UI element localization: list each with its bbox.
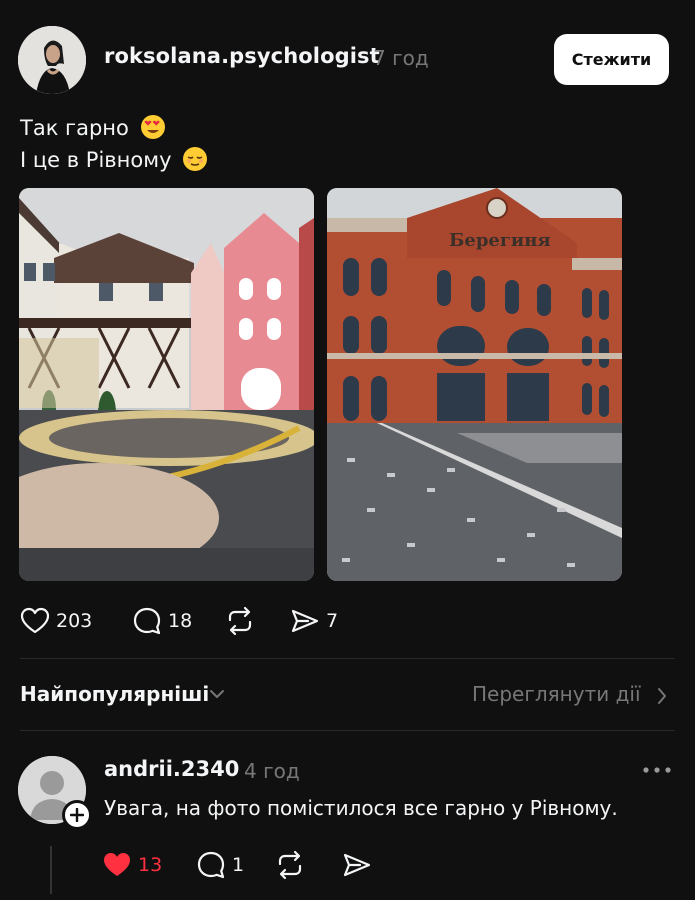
- post-timestamp: 7 год: [373, 46, 429, 70]
- divider: [20, 730, 675, 731]
- comment-reply-button[interactable]: 1: [196, 848, 244, 882]
- post-photo-1[interactable]: [19, 188, 314, 581]
- caption-line-1: Так гарно: [20, 112, 208, 144]
- post-username[interactable]: roksolana.psychologist: [104, 44, 380, 68]
- like-button[interactable]: 203: [20, 604, 92, 638]
- view-activity-link[interactable]: Переглянути дії: [472, 682, 641, 706]
- post-actions: 203 18 7: [20, 604, 420, 638]
- caption-line-2: І це в Рівному: [20, 144, 208, 176]
- chevron-right-icon[interactable]: [655, 686, 669, 706]
- reply-button[interactable]: 18: [132, 604, 192, 638]
- comment-icon: [133, 607, 161, 635]
- like-count: 203: [56, 610, 93, 632]
- follow-button[interactable]: Стежити: [554, 34, 669, 85]
- avatar[interactable]: [18, 26, 86, 94]
- repost-button[interactable]: [224, 604, 256, 638]
- more-options-icon[interactable]: [642, 766, 672, 774]
- comment-username[interactable]: andrii.2340: [104, 757, 239, 781]
- chevron-down-icon[interactable]: [208, 687, 226, 701]
- relieved-emoji: [183, 147, 208, 171]
- comment-timestamp: 4 год: [244, 759, 300, 783]
- comment-actions: 13 1: [102, 848, 402, 882]
- heart-eyes-emoji: [140, 115, 165, 139]
- caption-text-1: Так гарно: [20, 116, 129, 140]
- thread-line: [50, 846, 52, 894]
- building-sign: Берегиня: [449, 230, 551, 251]
- heart-filled-icon: [104, 853, 130, 876]
- divider: [20, 658, 675, 659]
- heart-icon: [20, 607, 50, 634]
- comment-icon: [197, 851, 225, 879]
- post-photo-2[interactable]: Берегиня: [327, 188, 622, 581]
- comment-like-button[interactable]: 13: [102, 848, 162, 882]
- caption-text-2: І це в Рівному: [20, 148, 172, 172]
- comment-reply-count: 1: [232, 854, 245, 876]
- post-caption: Так гарно І це в Рівному: [20, 112, 208, 176]
- comment-repost-button[interactable]: [274, 848, 306, 882]
- reply-count: 18: [168, 610, 193, 632]
- sort-dropdown[interactable]: Найпопулярніші: [20, 682, 209, 706]
- repost-icon: [228, 606, 252, 636]
- follow-plus-button[interactable]: [62, 800, 92, 830]
- share-button[interactable]: 7: [290, 604, 338, 638]
- send-icon: [291, 609, 319, 633]
- post-header: roksolana.psychologist 7 год Стежити: [0, 0, 695, 120]
- comment-like-count: 13: [138, 854, 163, 876]
- photo-brick-building: Берегиня: [327, 188, 622, 581]
- repost-icon: [278, 850, 302, 880]
- comment-text: Увага, на фото помістилося все гарно у Р…: [104, 796, 618, 820]
- comment-share-button[interactable]: [342, 848, 372, 882]
- avatar-photo: [18, 26, 86, 94]
- share-count: 7: [326, 610, 339, 632]
- plus-icon: [70, 808, 84, 822]
- photo-houses-square: [19, 188, 314, 581]
- send-icon: [343, 853, 371, 877]
